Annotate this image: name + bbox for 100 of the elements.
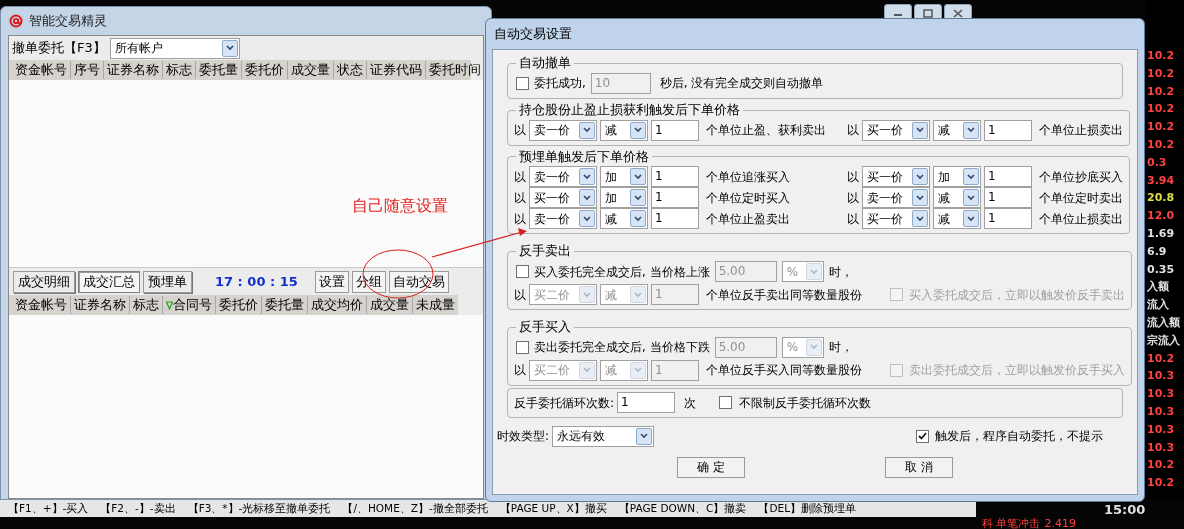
- group-title: 自动撤单: [518, 54, 572, 72]
- chevron-down-icon: [634, 194, 642, 201]
- checkbox-label: 触发后，程序自动委托，不提示: [935, 428, 1103, 446]
- label-text: 以: [514, 168, 526, 186]
- price-select[interactable]: 卖一价: [529, 119, 597, 141]
- column-header[interactable]: 状态: [333, 60, 366, 80]
- shortcut-text: 【F2、-】-卖出: [100, 500, 176, 516]
- app-icon: [9, 14, 23, 28]
- shortcut-text: 【F3、*】-光标移至撤单委托: [187, 500, 331, 516]
- price-select[interactable]: 买一价: [529, 187, 597, 209]
- chevron-down-icon: [967, 173, 975, 180]
- price-select[interactable]: 卖一价: [529, 166, 597, 188]
- column-header[interactable]: 委托时间: [425, 60, 484, 80]
- operator-select[interactable]: 减: [933, 187, 981, 209]
- chevron-down-icon: [916, 215, 924, 222]
- chevron-down-icon: [634, 173, 642, 180]
- price-select[interactable]: 买一价: [862, 208, 930, 230]
- column-header[interactable]: 未成量: [412, 295, 458, 315]
- column-header[interactable]: 标志: [129, 295, 162, 315]
- checkbox-label: 卖出委托成交后，立即以触发价反手买入: [909, 362, 1125, 380]
- column-header[interactable]: 序号: [70, 60, 103, 80]
- column-header[interactable]: 成交均价: [307, 295, 366, 315]
- label-text: 个单位止损卖出: [1039, 122, 1123, 139]
- checkbox[interactable]: [516, 265, 529, 278]
- units-field[interactable]: 1: [651, 187, 699, 209]
- validity-select[interactable]: 永远有效: [552, 425, 655, 447]
- loop-count-field[interactable]: 1: [617, 392, 676, 414]
- operator-select[interactable]: 加: [600, 166, 648, 188]
- operator-select[interactable]: 减: [600, 119, 648, 141]
- units-field[interactable]: 1: [651, 208, 699, 230]
- quote-value: 10.3: [1147, 368, 1176, 385]
- operator-select[interactable]: 减: [933, 119, 981, 141]
- toolbar-button[interactable]: 自动交易: [388, 270, 449, 293]
- section-label: 撤单委托【F3】: [12, 39, 106, 58]
- chevron-down-icon: [916, 173, 924, 180]
- quote-value: 流入: [1147, 297, 1170, 314]
- toolbar-button[interactable]: 分组: [351, 270, 386, 293]
- column-header[interactable]: 委托价: [215, 295, 261, 315]
- dialog-button[interactable]: 确 定: [677, 456, 745, 478]
- toolbar-button[interactable]: 设置: [314, 270, 349, 293]
- chevron-down-icon: [583, 215, 591, 222]
- column-header[interactable]: 证券名称: [70, 295, 129, 315]
- price-select[interactable]: 买一价: [862, 119, 930, 141]
- column-header[interactable]: 委托价: [241, 60, 287, 80]
- chevron-down-icon: [634, 127, 642, 133]
- checkmark-icon: [918, 432, 927, 441]
- label-text: 个单位止损卖出: [1039, 210, 1123, 228]
- column-header[interactable]: 成交量: [366, 295, 412, 315]
- tab[interactable]: 预埋单: [143, 270, 192, 293]
- close-icon: [953, 8, 963, 18]
- chevron-down-icon: [967, 215, 975, 222]
- units-field[interactable]: 1: [984, 187, 1032, 209]
- operator-select[interactable]: 减: [600, 208, 648, 230]
- checkbox[interactable]: [516, 76, 529, 90]
- window-title: 智能交易精灵: [29, 12, 107, 31]
- operator-select[interactable]: 减: [933, 208, 981, 230]
- maximize-icon: [923, 8, 933, 18]
- account-select[interactable]: 所有帐户: [109, 37, 240, 59]
- label-text: 以: [514, 189, 526, 207]
- price-select[interactable]: 买一价: [862, 166, 930, 188]
- units-field[interactable]: 1: [984, 208, 1032, 230]
- label-text: 个单位反手买入同等数量股份: [706, 362, 862, 380]
- quote-value: 6.9: [1147, 243, 1168, 260]
- column-header[interactable]: 证券代码: [366, 60, 425, 80]
- tab[interactable]: 成交汇总: [78, 270, 140, 293]
- operator-select[interactable]: 加: [600, 187, 648, 209]
- operator-select[interactable]: 加: [933, 166, 981, 188]
- column-header[interactable]: 合同号: [162, 295, 215, 315]
- quote-value: 10.2: [1147, 65, 1176, 82]
- price-select[interactable]: 卖一价: [862, 187, 930, 209]
- units-field[interactable]: 1: [651, 119, 699, 141]
- checkbox[interactable]: [516, 340, 529, 354]
- column-header[interactable]: 标志: [162, 60, 195, 80]
- column-header[interactable]: 资金帐号: [9, 295, 70, 315]
- units-field[interactable]: 1: [651, 166, 699, 188]
- units-field[interactable]: 1: [984, 166, 1032, 188]
- chevron-down-icon: [809, 344, 818, 351]
- column-header[interactable]: 资金帐号: [9, 60, 70, 80]
- quote-value: 10.2: [1147, 137, 1176, 153]
- quote-value: 宗流入: [1147, 332, 1181, 349]
- label-text: 个单位追涨买入: [706, 168, 790, 186]
- checkbox[interactable]: [916, 429, 929, 443]
- chevron-down-icon: [967, 194, 975, 201]
- checkbox-label: 不限制反手委托循环次数: [739, 394, 872, 412]
- tab[interactable]: 成交明细: [13, 270, 75, 293]
- quote-value: 10.2: [1147, 119, 1176, 136]
- dialog-button[interactable]: 取 消: [885, 456, 953, 478]
- checkbox[interactable]: [719, 396, 733, 410]
- checkbox-label: 卖出委托完全成交后, 当价格下跌: [534, 339, 710, 357]
- label-text: 以: [847, 189, 859, 207]
- column-header[interactable]: 成交量: [287, 60, 333, 80]
- column-header[interactable]: 委托量: [261, 295, 307, 315]
- price-select[interactable]: 卖一价: [529, 208, 597, 230]
- label-text: 秒后, 没有完全成交则自动撤单: [659, 75, 824, 93]
- shortcut-text: 【PAGE DOWN、C】撤卖: [618, 500, 747, 516]
- units-field[interactable]: 1: [984, 119, 1032, 141]
- chevron-down-icon: [583, 367, 591, 374]
- quote-value: 10.2: [1147, 457, 1176, 474]
- column-header[interactable]: 证券名称: [103, 60, 162, 80]
- column-header[interactable]: 委托量: [195, 60, 241, 80]
